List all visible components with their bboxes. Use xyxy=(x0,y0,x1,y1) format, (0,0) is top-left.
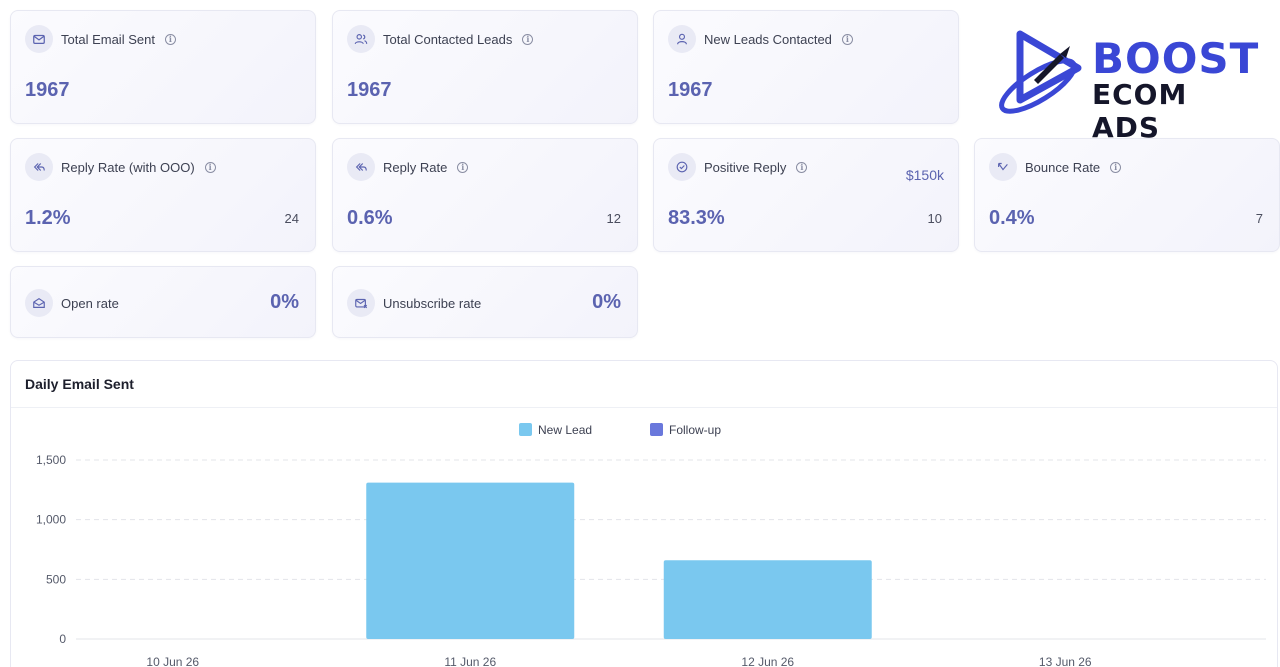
bar-new-lead xyxy=(366,482,575,639)
card-value: 1967 xyxy=(25,79,70,101)
card-value: 1967 xyxy=(347,79,392,101)
user-icon xyxy=(668,25,696,53)
brand-logo: BOOST ECOM ADS xyxy=(994,28,1266,144)
reply-all-icon xyxy=(25,153,53,181)
card-label: New Leads Contacted xyxy=(704,31,832,47)
info-icon[interactable]: i xyxy=(1110,161,1122,173)
legend-label: Follow-up xyxy=(669,423,721,437)
info-icon[interactable]: i xyxy=(522,33,534,45)
legend-swatch xyxy=(519,423,532,436)
card-new-leads-contacted: New Leads Contacted i 1967 xyxy=(653,10,959,124)
card-value: 0.4% xyxy=(989,207,1035,229)
card-label: Unsubscribe rate xyxy=(383,295,482,311)
x-tick-label: 11 Jun 26 xyxy=(444,655,496,667)
daily-email-sent-chart-card: Daily Email Sent 0 500 1,000 1,500 10 Jun 26… xyxy=(10,360,1278,667)
card-extra-value: $150k xyxy=(905,167,944,183)
info-icon[interactable]: i xyxy=(841,33,853,45)
card-value: 0.6% xyxy=(347,207,393,229)
card-count: 24 xyxy=(284,211,299,226)
bar-new-lead xyxy=(663,560,872,639)
card-count: 10 xyxy=(927,211,942,226)
card-bounce-rate: Bounce Rate i 0.4% 7 xyxy=(974,138,1280,252)
users-icon xyxy=(347,25,375,53)
card-label: Positive Reply xyxy=(704,159,787,175)
card-label: Total Contacted Leads xyxy=(383,31,513,47)
card-value: 1.2% xyxy=(25,207,71,229)
card-label: Bounce Rate xyxy=(1025,159,1101,175)
envelope-open-icon xyxy=(25,289,53,317)
card-label: Reply Rate xyxy=(383,159,448,175)
card-unsubscribe-rate: Unsubscribe rate 0% xyxy=(332,266,638,338)
legend-label: New Lead xyxy=(538,423,592,437)
info-icon[interactable]: i xyxy=(204,161,216,173)
card-label: Open rate xyxy=(61,295,119,311)
card-value: 0% xyxy=(592,291,621,313)
card-label: Total Email Sent xyxy=(61,31,155,47)
daily-email-sent-chart: 0 500 1,000 1,500 10 Jun 26 11 Jun 26 12 Jun 2… xyxy=(36,423,1266,667)
y-tick-label: 1,500 xyxy=(36,453,66,467)
x-tick-label: 12 Jun 26 xyxy=(741,655,794,667)
info-icon[interactable]: i xyxy=(164,33,176,45)
mail-icon xyxy=(25,25,53,53)
card-label: Reply Rate (with OOO) xyxy=(61,159,195,175)
card-reply-rate: Reply Rate i 0.6% 12 xyxy=(332,138,638,252)
x-tick-label: 13 Jun 26 xyxy=(1039,655,1092,667)
card-count: 12 xyxy=(606,211,621,226)
x-tick-label: 10 Jun 26 xyxy=(146,655,199,667)
mail-x-icon xyxy=(347,289,375,317)
info-icon[interactable]: i xyxy=(457,161,469,173)
info-icon[interactable]: i xyxy=(796,161,808,173)
logo-text-line1: BOOST xyxy=(1092,34,1260,83)
y-tick-label: 0 xyxy=(59,632,66,646)
legend-swatch xyxy=(650,423,663,436)
y-tick-label: 500 xyxy=(46,572,66,586)
bounce-arrow-icon xyxy=(989,153,1017,181)
card-total-contacted-leads: Total Contacted Leads i 1967 xyxy=(332,10,638,124)
card-open-rate: Open rate 0% xyxy=(10,266,316,338)
card-count: 7 xyxy=(1255,211,1263,226)
card-value: 0% xyxy=(270,291,299,313)
card-value: 83.3% xyxy=(668,207,725,229)
card-positive-reply: Positive Reply i $150k 83.3% 10 xyxy=(653,138,959,252)
reply-all-icon xyxy=(347,153,375,181)
check-circle-icon xyxy=(668,153,696,181)
card-total-email-sent: Total Email Sent i 1967 xyxy=(10,10,316,124)
card-reply-rate-ooo: Reply Rate (with OOO) i 1.2% 24 xyxy=(10,138,316,252)
logo-mark-icon xyxy=(999,30,1082,114)
card-value: 1967 xyxy=(668,79,713,101)
y-tick-label: 1,000 xyxy=(36,513,66,527)
logo-text-line2: ECOM ADS xyxy=(1092,78,1188,144)
